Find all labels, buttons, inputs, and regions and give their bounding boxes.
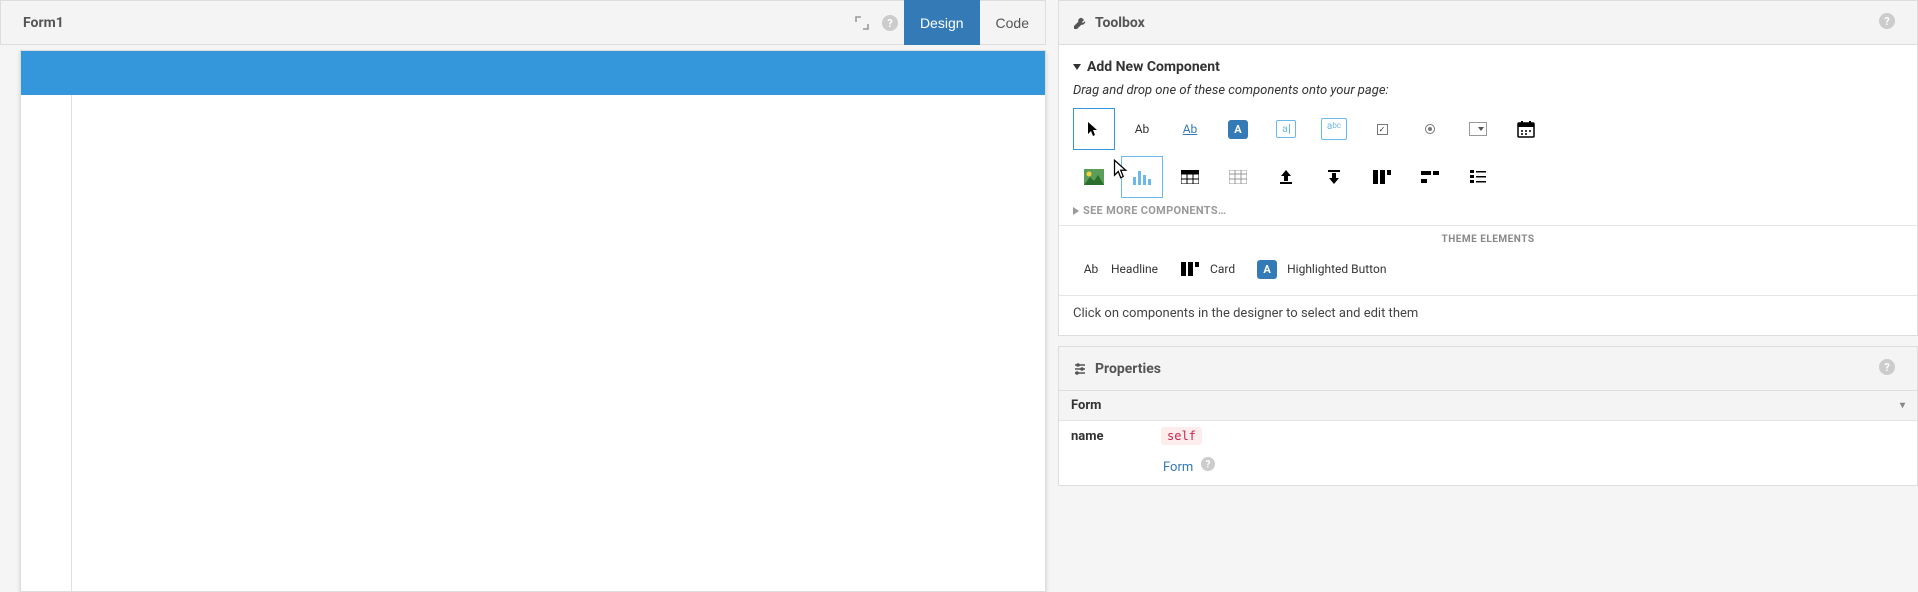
- theme-highlighted-button[interactable]: A Highlighted Button: [1249, 253, 1392, 285]
- component-datagrid[interactable]: [1169, 156, 1211, 198]
- component-download[interactable]: [1313, 156, 1355, 198]
- property-name-label: name: [1071, 429, 1151, 444]
- help-icon[interactable]: ?: [880, 13, 900, 33]
- app-bar[interactable]: [21, 51, 1045, 95]
- designer-panel: Form1 ? Design Code: [0, 0, 1050, 592]
- design-surface[interactable]: [20, 50, 1046, 592]
- properties-header: Properties ?: [1058, 346, 1918, 391]
- component-flowpanel[interactable]: [1409, 156, 1451, 198]
- toolbox-body: Add New Component Drag and drop one of t…: [1058, 45, 1918, 336]
- svg-text:?: ?: [887, 17, 893, 30]
- component-checkbox[interactable]: ✓: [1361, 108, 1403, 150]
- property-name-value[interactable]: self: [1161, 427, 1202, 445]
- headline-icon: Ab: [1079, 257, 1103, 281]
- theme-headline[interactable]: Ab Headline: [1073, 253, 1164, 285]
- highlighted-button-icon: A: [1255, 257, 1279, 281]
- property-form-link-row: Form ?: [1059, 451, 1917, 485]
- toolbox-help-icon[interactable]: ?: [1879, 13, 1903, 33]
- canvas[interactable]: [71, 95, 1045, 591]
- component-repeatpanel[interactable]: [1217, 156, 1259, 198]
- component-chart[interactable]: [1121, 156, 1163, 198]
- caret-down-icon: [1073, 63, 1081, 71]
- component-upload[interactable]: [1265, 156, 1307, 198]
- code-tab[interactable]: Code: [980, 0, 1045, 45]
- form-title: Form1: [23, 15, 848, 31]
- properties-body: Form ▾ name self Form ?: [1058, 391, 1918, 486]
- component-dropdown[interactable]: [1457, 108, 1499, 150]
- add-component-section[interactable]: Add New Component: [1073, 59, 1903, 75]
- component-row-1: Ab Ab A a abc ✓: [1073, 108, 1903, 150]
- sliders-icon: [1073, 362, 1087, 376]
- wrench-icon: [1073, 16, 1087, 30]
- divider: [1059, 225, 1917, 226]
- form-link-help-icon[interactable]: ?: [1201, 457, 1215, 471]
- component-xypanel[interactable]: [1457, 156, 1499, 198]
- property-type-row[interactable]: Form ▾: [1059, 391, 1917, 421]
- component-image[interactable]: [1073, 156, 1115, 198]
- toolbox: Toolbox ? Add New Component Drag and dro…: [1058, 0, 1918, 336]
- component-label[interactable]: Ab: [1121, 108, 1163, 150]
- svg-text:?: ?: [1884, 361, 1890, 374]
- component-row-2: [1073, 156, 1903, 198]
- card-icon: [1178, 257, 1202, 281]
- header-actions: ? Design Code: [848, 0, 1045, 45]
- property-name-row: name self: [1059, 421, 1917, 451]
- toolbox-hint: Click on components in the designer to s…: [1059, 295, 1917, 323]
- expand-icon[interactable]: [852, 13, 872, 33]
- properties-title: Properties: [1095, 361, 1161, 377]
- svg-text:?: ?: [1205, 460, 1210, 471]
- svg-text:?: ?: [1884, 15, 1890, 28]
- caret-down-icon: ▾: [1900, 400, 1905, 411]
- theme-card[interactable]: Card: [1172, 253, 1241, 285]
- component-radio[interactable]: [1409, 108, 1451, 150]
- toolbox-title: Toolbox: [1095, 15, 1145, 31]
- theme-elements: Ab Headline Card A Highlighted Button: [1073, 253, 1903, 285]
- component-textbox[interactable]: a: [1265, 108, 1307, 150]
- component-pointer[interactable]: [1073, 108, 1115, 150]
- theme-elements-heading: THEME ELEMENTS: [1073, 234, 1903, 245]
- properties-panel: Properties ? Form ▾ name self Form ?: [1058, 346, 1918, 486]
- form-link[interactable]: Form: [1163, 460, 1193, 475]
- component-link[interactable]: Ab: [1169, 108, 1211, 150]
- properties-help-icon[interactable]: ?: [1879, 359, 1903, 379]
- component-columnpanel[interactable]: [1361, 156, 1403, 198]
- designer-header: Form1 ? Design Code: [0, 0, 1046, 45]
- add-component-description: Drag and drop one of these components on…: [1073, 83, 1903, 98]
- design-tab[interactable]: Design: [904, 0, 980, 45]
- right-panel: Toolbox ? Add New Component Drag and dro…: [1050, 0, 1918, 592]
- component-textarea[interactable]: abc: [1313, 108, 1355, 150]
- see-more-components[interactable]: SEE MORE COMPONENTS…: [1073, 204, 1903, 217]
- view-toggle: Design Code: [904, 0, 1045, 45]
- component-button[interactable]: A: [1217, 108, 1259, 150]
- component-datepicker[interactable]: [1505, 108, 1547, 150]
- toolbox-header: Toolbox ?: [1058, 0, 1918, 45]
